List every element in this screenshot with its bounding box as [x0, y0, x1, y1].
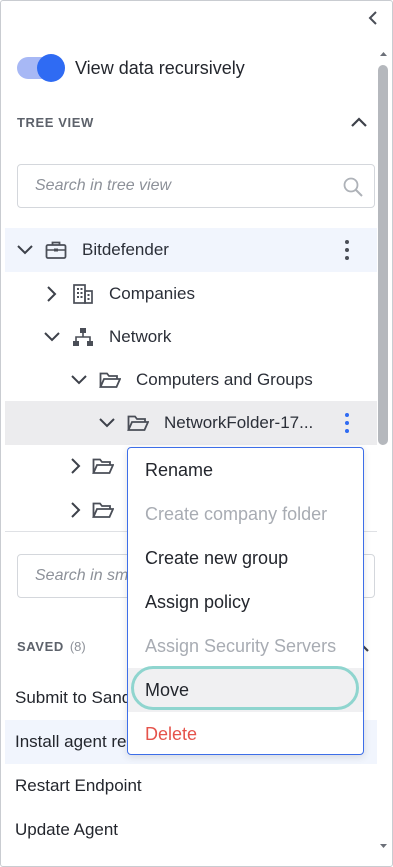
folder-open-icon [98, 368, 122, 392]
more-options-icon[interactable] [339, 409, 355, 437]
menu-item-move[interactable]: Move [128, 668, 363, 712]
chevron-right-icon[interactable] [41, 283, 63, 305]
chevron-down-icon[interactable] [41, 326, 63, 348]
menu-item-assign-policy[interactable]: Assign policy [128, 580, 363, 624]
saved-section-title: SAVED (8) [17, 639, 86, 654]
tree-node-companies[interactable]: Companies [41, 272, 377, 316]
tree-node-bitdefender[interactable]: Bitdefender [5, 228, 377, 272]
folder-open-icon [92, 498, 114, 522]
toggle-label: View data recursively [75, 57, 245, 78]
tree-node-collapsed[interactable] [68, 488, 128, 532]
saved-task-item[interactable]: Restart Endpoint [5, 764, 377, 808]
menu-item-rename[interactable]: Rename [128, 448, 363, 492]
tree-node-label: Bitdefender [82, 240, 169, 259]
menu-item-create-company-folder: Create company folder [145, 503, 328, 524]
view-recursively-toggle[interactable] [17, 54, 65, 82]
briefcase-icon [44, 238, 68, 262]
scroll-up-arrow-icon[interactable] [380, 51, 387, 57]
collapse-panel-button[interactable] [363, 7, 383, 29]
chevron-down-icon[interactable] [96, 412, 118, 434]
menu-item-delete[interactable]: Delete [128, 712, 363, 756]
tree-search-field [17, 164, 375, 208]
menu-item-assign-security-servers: Assign Security Servers [145, 635, 337, 656]
recursive-toggle-row: View data recursively [17, 53, 245, 83]
tree-node-networkfolder[interactable]: NetworkFolder-17... [5, 401, 377, 445]
chevron-up-icon [351, 117, 367, 127]
context-menu: Rename Create company folder Create new … [127, 447, 364, 755]
saved-count: (8) [69, 639, 86, 654]
tree-panel: View data recursively TREE VIEW Bitdefen… [0, 0, 393, 867]
tree-view-title: TREE VIEW [17, 115, 94, 130]
tree-view-collapse-button[interactable] [348, 113, 370, 131]
tree-node-network[interactable]: Network [41, 315, 377, 359]
chevron-left-icon [368, 11, 377, 25]
tree-node-label: Companies [109, 284, 195, 303]
scrollbar-thumb[interactable] [378, 65, 388, 445]
network-icon [71, 325, 95, 349]
building-icon [71, 282, 95, 306]
folder-open-icon [92, 454, 114, 478]
scroll-down-arrow-icon[interactable] [380, 843, 387, 849]
chevron-down-icon[interactable] [68, 369, 90, 391]
toggle-knob [37, 54, 65, 82]
more-options-icon[interactable] [339, 236, 355, 264]
tree-node-label: Network [109, 327, 172, 346]
tree-node-collapsed[interactable] [68, 444, 128, 488]
tree-search-input[interactable] [35, 177, 325, 195]
menu-item-create-new-group[interactable]: Create new group [128, 536, 363, 580]
tree-node-label: NetworkFolder-17... [164, 413, 314, 432]
chevron-right-icon[interactable] [68, 455, 84, 477]
tree-node-label: Computers and Groups [136, 370, 313, 389]
saved-title-label: SAVED [17, 639, 64, 654]
chevron-down-icon[interactable] [14, 239, 36, 261]
search-icon[interactable] [342, 176, 364, 198]
saved-task-item[interactable]: Update Agent [5, 808, 377, 852]
folder-open-icon [126, 411, 150, 435]
tree-node-computers-and-groups[interactable]: Computers and Groups [68, 358, 377, 402]
chevron-right-icon[interactable] [68, 499, 84, 521]
